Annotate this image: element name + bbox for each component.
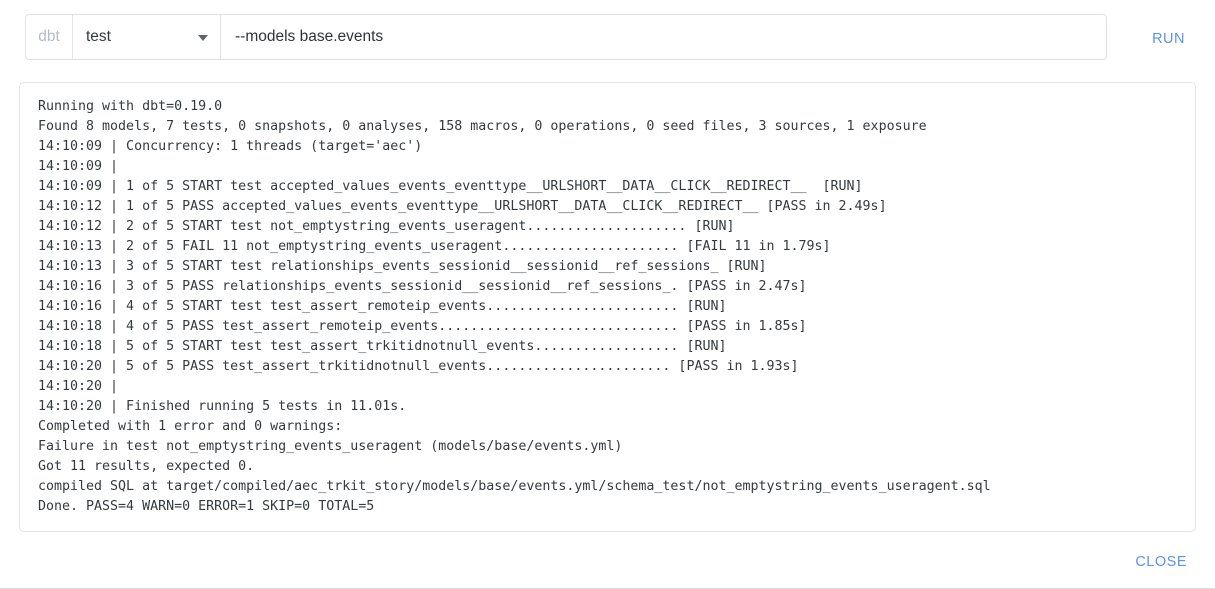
dbt-command-select[interactable]: test bbox=[72, 14, 220, 60]
chevron-down-icon bbox=[198, 35, 208, 41]
close-button[interactable]: CLOSE bbox=[1129, 550, 1193, 574]
log-output-text: Running with dbt=0.19.0 Found 8 models, … bbox=[38, 97, 1195, 517]
dbt-command-select-value: test bbox=[86, 28, 111, 46]
dbt-args-input[interactable]: --models base.events bbox=[220, 14, 1107, 60]
dbt-args-value: --models base.events bbox=[235, 28, 383, 46]
log-output-panel[interactable]: Running with dbt=0.19.0 Found 8 models, … bbox=[19, 82, 1196, 532]
dbt-prefix-text: dbt bbox=[38, 28, 60, 46]
run-button[interactable]: RUN bbox=[1146, 27, 1191, 51]
dbt-prefix-label: dbt bbox=[25, 14, 72, 60]
dbt-command-bar: dbt test --models base.events bbox=[25, 14, 1107, 60]
